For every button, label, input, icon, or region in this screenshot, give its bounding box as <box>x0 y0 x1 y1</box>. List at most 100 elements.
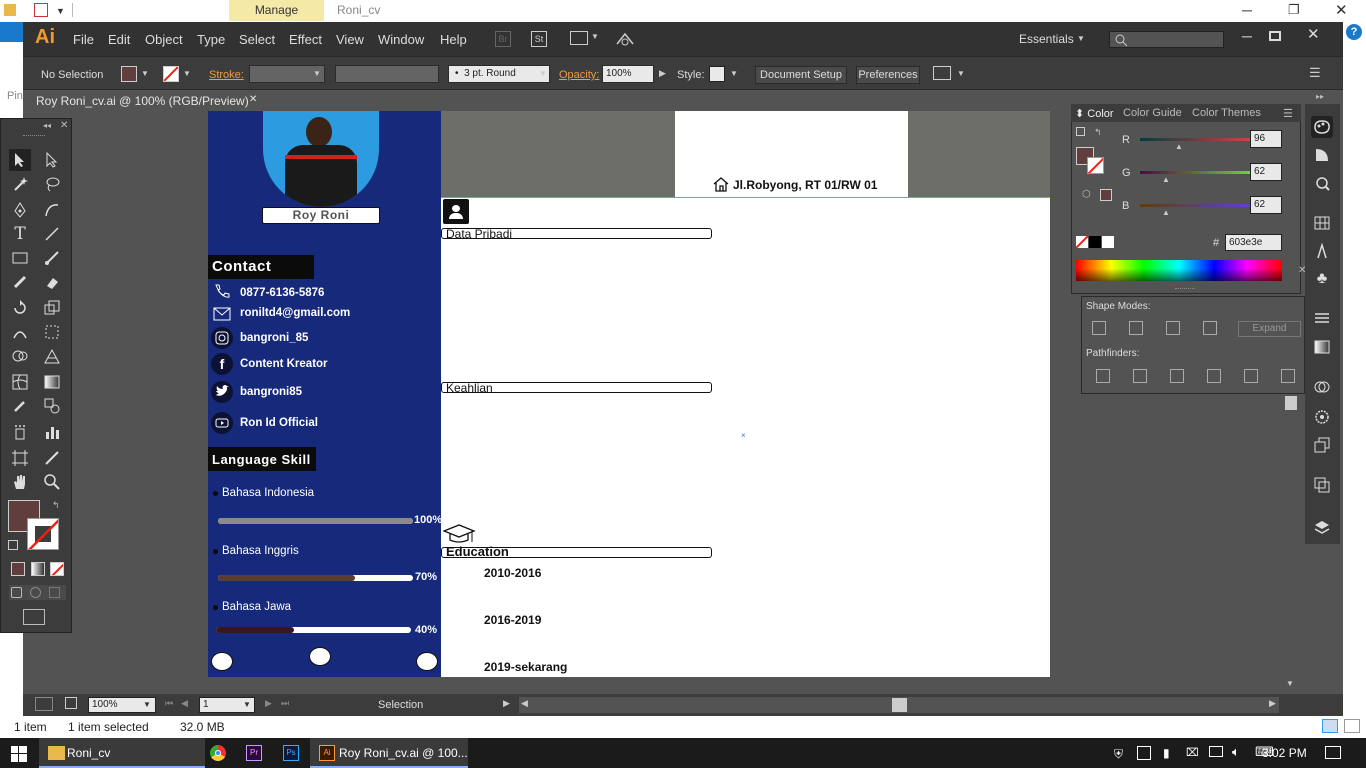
r-slider-thumb[interactable]: ▲ <box>1175 142 1183 151</box>
gradient-mode-button[interactable] <box>31 562 45 576</box>
expand-button[interactable]: Expand <box>1238 321 1301 337</box>
previous-artboard-icon[interactable]: ◀ <box>181 698 188 709</box>
variable-width-field[interactable] <box>335 65 439 83</box>
magic-wand-tool-icon[interactable] <box>9 173 31 195</box>
collapse-panels-icon[interactable]: ▸▸ <box>1316 92 1324 101</box>
pen-tool-icon[interactable] <box>9 199 31 221</box>
usb-icon[interactable]: ▮ <box>1163 746 1170 760</box>
vertical-scrollbar[interactable]: ▼ <box>1283 390 1298 692</box>
stroke-color-box[interactable] <box>27 518 59 550</box>
menu-object[interactable]: Object <box>145 32 183 47</box>
menu-file[interactable]: File <box>73 32 94 47</box>
arrange-icon[interactable] <box>933 66 951 80</box>
slice-tool-icon[interactable] <box>41 447 63 469</box>
tab-color-themes[interactable]: Color Themes <box>1192 107 1261 119</box>
large-icons-view-icon[interactable] <box>1344 719 1360 733</box>
document-tab[interactable]: Roy Roni_cv.ai @ 100% (RGB/Preview) ✕ <box>28 90 265 111</box>
tab-color-guide[interactable]: Color Guide <box>1123 107 1182 119</box>
menu-help[interactable]: Help <box>440 32 467 47</box>
panel-stroke-swatch[interactable] <box>1087 157 1104 174</box>
web-safe-swatch[interactable] <box>1100 189 1112 201</box>
shape-builder-tool-icon[interactable] <box>9 345 31 367</box>
artboard-chevron-icon[interactable]: ▼ <box>243 700 251 709</box>
color-spectrum[interactable] <box>1076 260 1282 281</box>
selection-tool-icon[interactable] <box>9 149 31 171</box>
close-button[interactable]: ✕ <box>1335 1 1348 19</box>
transparency-icon[interactable] <box>1311 376 1333 398</box>
perspective-grid-tool-icon[interactable] <box>41 345 63 367</box>
hex-field[interactable]: 603e3e <box>1225 234 1282 251</box>
preferences-button[interactable]: Preferences <box>856 66 920 84</box>
color-themes-icon[interactable] <box>1311 172 1333 194</box>
document-tab-close-icon[interactable]: ✕ <box>249 94 257 105</box>
draw-behind-icon[interactable] <box>30 587 41 598</box>
minus-back-icon[interactable] <box>1281 369 1295 383</box>
vertical-scroll-thumb[interactable] <box>1285 396 1297 410</box>
g-value-field[interactable]: 62 <box>1250 163 1282 181</box>
zoom-chevron-icon[interactable]: ▼ <box>143 700 151 709</box>
default-colors-icon[interactable] <box>8 540 18 550</box>
opacity-arrow-icon[interactable]: ▶ <box>659 68 666 79</box>
panel-options-icon[interactable]: ☰ <box>1283 107 1293 120</box>
stroke-swatch[interactable] <box>163 66 179 82</box>
opacity-field[interactable]: 100% <box>602 65 654 83</box>
exclude-icon[interactable] <box>1203 321 1217 335</box>
none-mode-button[interactable] <box>50 562 64 576</box>
arrange-documents-icon[interactable] <box>570 31 588 45</box>
ai-close-button[interactable]: ✕ <box>1307 25 1320 43</box>
blend-tool-icon[interactable] <box>41 395 63 417</box>
artboard-tool-icon[interactable] <box>9 447 31 469</box>
eraser-tool-icon[interactable] <box>41 271 63 293</box>
black-swatch[interactable] <box>1089 236 1101 248</box>
curvature-tool-icon[interactable] <box>41 199 63 221</box>
brush-chevron-icon[interactable]: ▼ <box>539 69 547 78</box>
document-setup-button[interactable]: Document Setup <box>755 66 847 84</box>
style-swatch[interactable] <box>709 66 725 82</box>
quick-access-dropdown-icon[interactable]: ▼ <box>56 6 65 16</box>
screen-mode-icon[interactable] <box>23 609 45 625</box>
search-input[interactable] <box>1109 31 1224 48</box>
horizontal-scroll-thumb[interactable] <box>892 698 907 712</box>
chrome-icon[interactable] <box>210 745 226 761</box>
graphic-styles-icon[interactable] <box>1311 434 1333 456</box>
merge-icon[interactable] <box>1170 369 1184 383</box>
draw-modes-group[interactable] <box>9 585 66 600</box>
premiere-icon[interactable]: Pr <box>246 745 262 761</box>
ai-minimize-button[interactable]: ─ <box>1242 28 1252 44</box>
taskbar-illustrator-item[interactable]: Ai Roy Roni_cv.ai @ 100... <box>310 738 468 768</box>
outline-icon[interactable] <box>1244 369 1258 383</box>
status-menu-arrow-icon[interactable]: ▶ <box>503 698 510 709</box>
symbol-sprayer-tool-icon[interactable] <box>9 421 31 443</box>
details-view-icon[interactable] <box>1322 719 1338 733</box>
width-tool-icon[interactable] <box>9 321 31 343</box>
toolbox-grip[interactable] <box>23 135 45 138</box>
color-panel-grip[interactable] <box>1175 288 1195 291</box>
help-icon[interactable]: ? <box>1346 24 1362 40</box>
artboards-icon[interactable] <box>1311 474 1333 496</box>
stroke-weight-chevron-icon[interactable]: ▼ <box>313 69 321 78</box>
menu-edit[interactable]: Edit <box>108 32 130 47</box>
trim-icon[interactable] <box>1133 369 1147 383</box>
eyedropper-tool-icon[interactable] <box>9 395 31 417</box>
tab-color[interactable]: ⬍ Color <box>1075 107 1114 120</box>
none-color-swatch[interactable] <box>1076 236 1088 248</box>
workspace-switcher[interactable]: Essentials <box>1019 32 1074 46</box>
zoom-tool-icon[interactable] <box>41 471 63 493</box>
stroke-icon[interactable] <box>1311 308 1333 330</box>
start-icon[interactable] <box>11 746 27 762</box>
r-value-field[interactable]: 96 <box>1250 130 1282 148</box>
display-icon[interactable] <box>1209 746 1223 757</box>
hand-tool-icon[interactable] <box>9 471 31 493</box>
notifications-icon[interactable] <box>1325 746 1341 759</box>
out-of-gamut-icon[interactable]: ⬡ <box>1082 189 1091 200</box>
free-transform-tool-icon[interactable] <box>41 321 63 343</box>
volume-icon[interactable]: 🔈︎ <box>1232 744 1240 760</box>
b-slider-thumb[interactable]: ▲ <box>1162 208 1170 217</box>
scale-tool-icon[interactable] <box>41 297 63 319</box>
paintbrush-tool-icon[interactable] <box>41 247 63 269</box>
color-guide-icon[interactable] <box>1311 144 1333 166</box>
menu-select[interactable]: Select <box>239 32 275 47</box>
color-panel-icon[interactable] <box>1311 116 1333 138</box>
fill-swatch[interactable] <box>121 66 137 82</box>
type-tool-icon[interactable]: T <box>9 223 31 245</box>
